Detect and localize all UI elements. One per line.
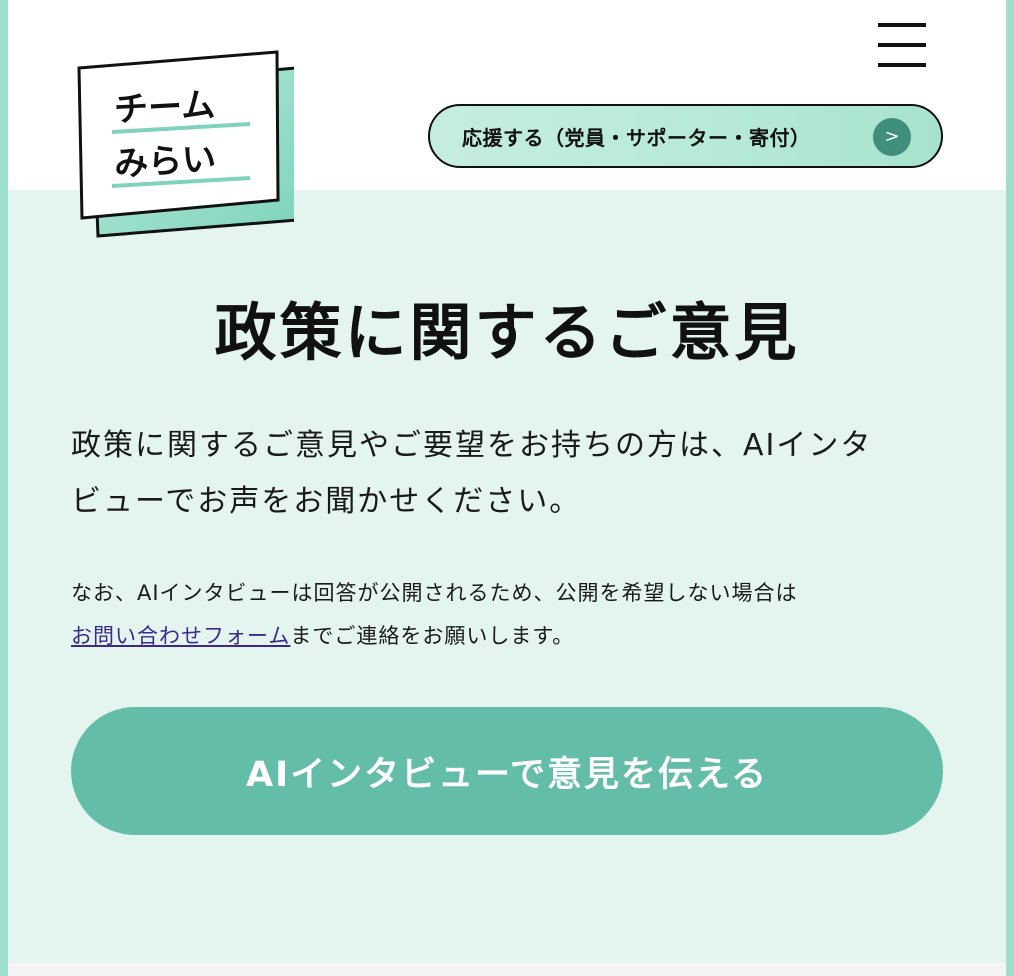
contact-form-link[interactable]: お問い合わせフォーム [71,624,290,648]
ai-interview-button[interactable]: AIインタビューで意見を伝える [71,707,943,835]
note-paragraph: なお、AIインタビューは回答が公開されるため、公開を希望しない場合は お問い合わ… [71,572,961,658]
note-line-1: なお、AIインタビューは回答が公開されるため、公開を希望しない場合は [71,581,798,605]
note-after-link: までご連絡をお願いします。 [290,624,575,648]
ai-interview-button-label: AIインタビューで意見を伝える [246,754,768,795]
logo-graphic: チーム みらい [77,50,299,238]
page-frame: 応援する（党員・サポーター・寄付） > チーム みらい 政策に関するご意見 政策… [0,0,1014,976]
lead-line-2: ビューでお声をお聞かせください。 [71,484,582,519]
footer-edge [8,963,1006,976]
logo-text-line1: チーム [113,85,216,130]
menu-bar [878,23,926,27]
page-title: 政策に関するご意見 [214,296,800,369]
menu-bar [878,63,926,67]
hamburger-menu-icon[interactable] [878,22,928,70]
opinion-section: 政策に関するご意見 政策に関するご意見やご要望をお持ちの方は、AIインタ ビュー… [8,190,1006,963]
chevron-right-icon: > [873,118,911,156]
support-button-label: 応援する（党員・サポーター・寄付） [462,126,811,150]
support-button[interactable]: 応援する（党員・サポーター・寄付） > [428,104,943,168]
lead-line-1: 政策に関するご意見やご要望をお持ちの方は、AIインタ [71,428,873,463]
lead-paragraph: 政策に関するご意見やご要望をお持ちの方は、AIインタ ビューでお声をお聞かせくだ… [71,418,951,530]
site-logo[interactable]: チーム みらい [70,50,299,240]
menu-bar [878,43,926,47]
logo-text-line2: みらい [113,139,217,184]
